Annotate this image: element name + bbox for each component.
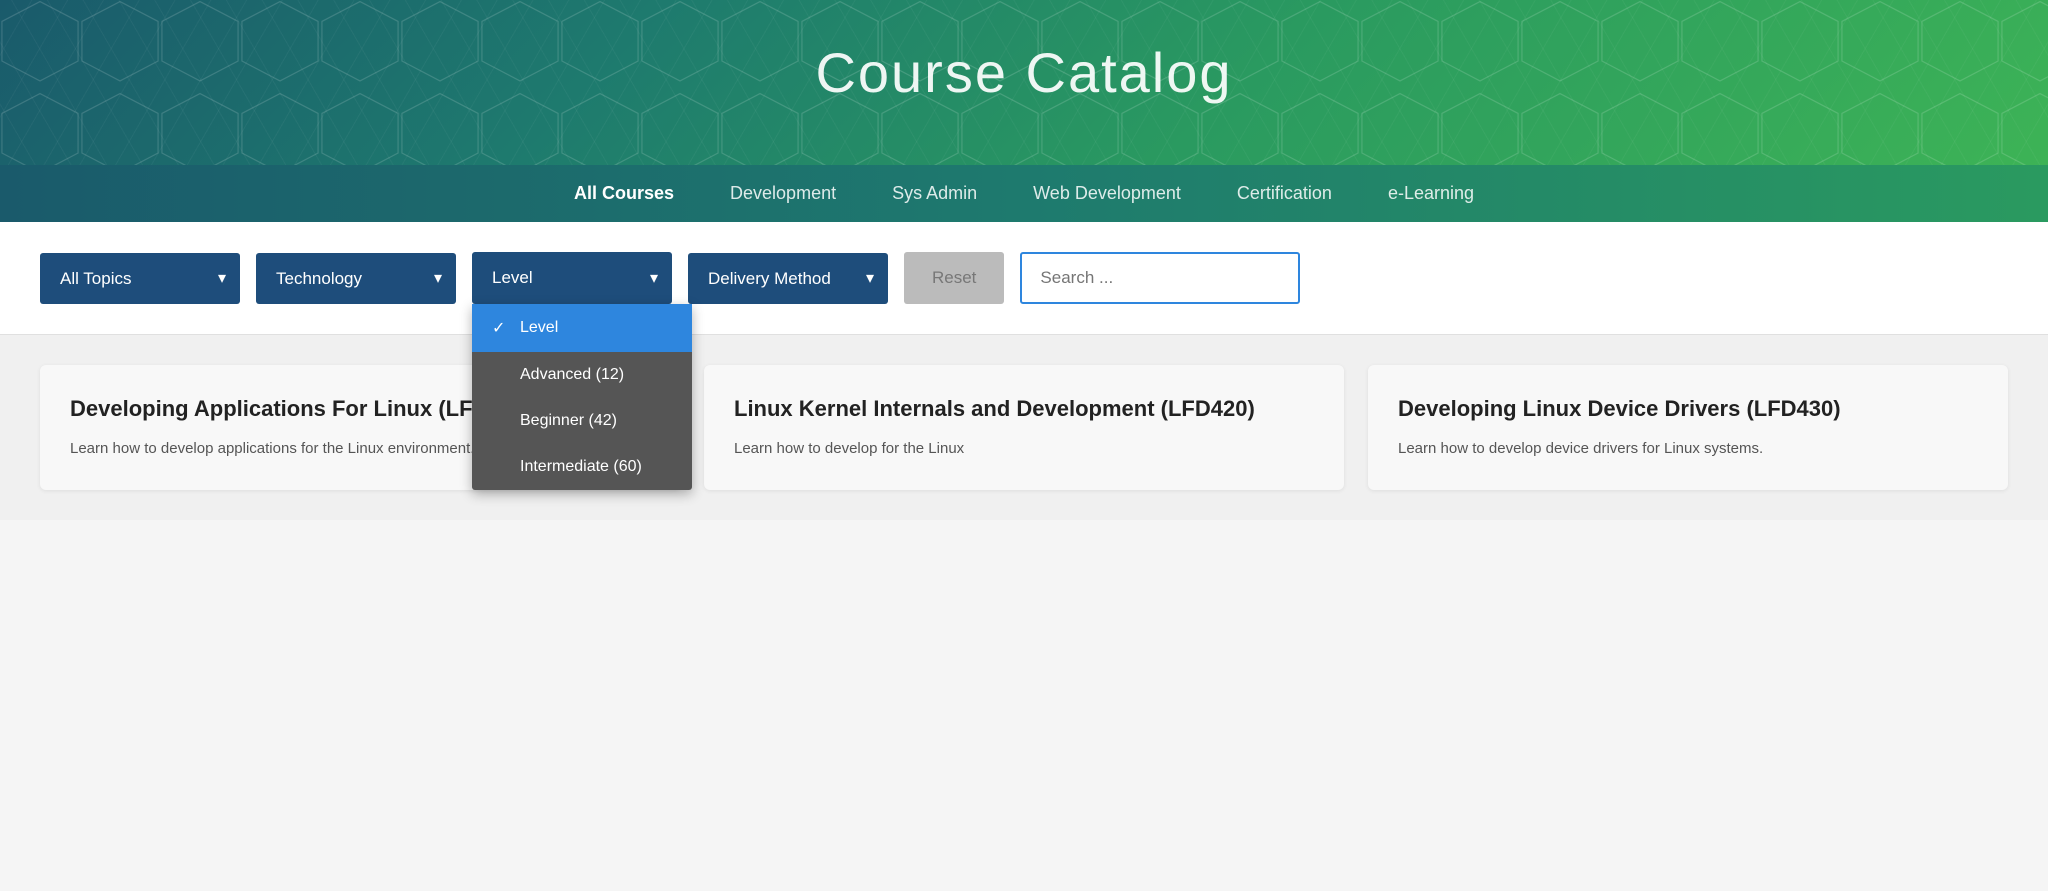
nav-item-development[interactable]: Development xyxy=(702,165,864,222)
technology-select-wrapper: Technology xyxy=(256,253,456,304)
level-advanced-label: Advanced (12) xyxy=(520,366,624,384)
nav-item-sys-admin[interactable]: Sys Admin xyxy=(864,165,1005,222)
page-title: Course Catalog xyxy=(20,40,2028,105)
level-option-intermediate[interactable]: Intermediate (60) xyxy=(472,444,692,490)
technology-select[interactable]: Technology xyxy=(256,253,456,304)
course-card-lfd420: Linux Kernel Internals and Development (… xyxy=(704,365,1344,490)
nav-item-elearning[interactable]: e-Learning xyxy=(1360,165,1502,222)
level-beginner-label: Beginner (42) xyxy=(520,412,617,430)
checkmark-icon: ✓ xyxy=(492,318,510,338)
course-title-lfd430: Developing Linux Device Drivers (LFD430) xyxy=(1398,395,1978,424)
level-dropdown-wrapper: Level ✓ Level Advanced (12) Beginner (42… xyxy=(472,252,672,304)
courses-grid: Developing Applications For Linux (LFD40… xyxy=(0,335,2048,520)
level-option-advanced[interactable]: Advanced (12) xyxy=(472,352,692,398)
delivery-select[interactable]: Delivery Method xyxy=(688,253,888,304)
nav-item-web-development[interactable]: Web Development xyxy=(1005,165,1209,222)
course-desc-lfd420: Learn how to develop for the Linux xyxy=(734,438,1314,461)
level-option-level[interactable]: ✓ Level xyxy=(472,304,692,352)
level-option-beginner[interactable]: Beginner (42) xyxy=(472,398,692,444)
level-dropdown-button[interactable]: Level xyxy=(472,252,672,304)
page-header: Course Catalog xyxy=(0,0,2048,165)
search-input[interactable] xyxy=(1040,268,1280,288)
search-input-wrapper xyxy=(1020,252,1300,304)
course-desc-lfd430: Learn how to develop device drivers for … xyxy=(1398,438,1978,461)
course-title-lfd420: Linux Kernel Internals and Development (… xyxy=(734,395,1314,424)
topics-select[interactable]: All Topics xyxy=(40,253,240,304)
reset-button[interactable]: Reset xyxy=(904,252,1004,304)
nav-inner: All Courses Development Sys Admin Web De… xyxy=(0,165,2048,222)
level-intermediate-label: Intermediate (60) xyxy=(520,458,642,476)
nav-item-all-courses[interactable]: All Courses xyxy=(546,165,702,222)
nav-item-certification[interactable]: Certification xyxy=(1209,165,1360,222)
course-card-lfd430: Developing Linux Device Drivers (LFD430)… xyxy=(1368,365,2008,490)
delivery-select-wrapper: Delivery Method xyxy=(688,253,888,304)
level-option-label: Level xyxy=(520,319,558,337)
level-dropdown-menu: ✓ Level Advanced (12) Beginner (42) Inte… xyxy=(472,304,692,490)
filters-bar: All Topics Technology Level ✓ Level Adva… xyxy=(0,222,2048,335)
topics-select-wrapper: All Topics xyxy=(40,253,240,304)
nav-bar: All Courses Development Sys Admin Web De… xyxy=(0,165,2048,222)
